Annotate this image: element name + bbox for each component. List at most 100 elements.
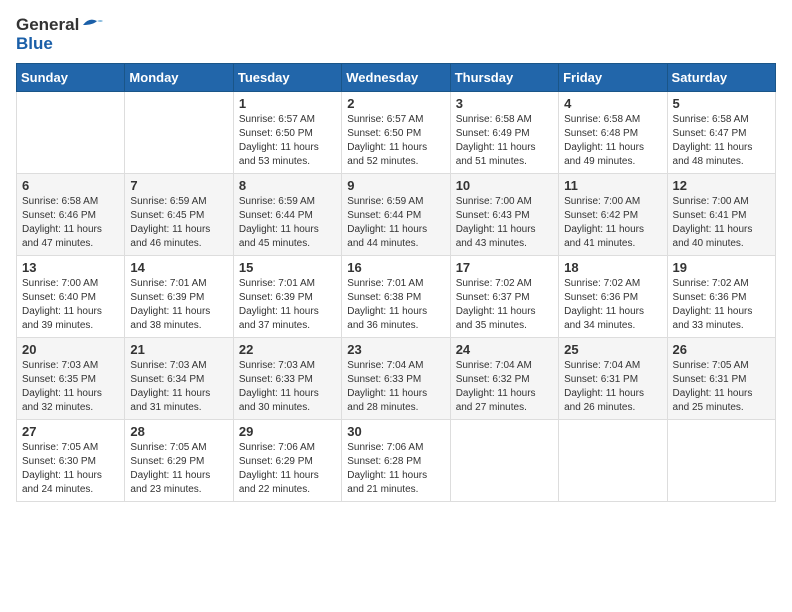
day-number: 25 [564, 342, 661, 357]
weekday-header: Friday [559, 64, 667, 92]
logo-general: General [16, 16, 79, 35]
day-number: 1 [239, 96, 336, 111]
calendar-cell: 23 Sunrise: 7:04 AM Sunset: 6:33 PM Dayli… [342, 338, 450, 420]
day-info: Sunrise: 6:58 AM Sunset: 6:46 PM Dayligh… [22, 195, 119, 251]
weekday-header: Thursday [450, 64, 558, 92]
day-number: 9 [347, 178, 444, 193]
calendar-cell: 3Sunrise: 6:58 AM Sunset: 6:49 PM Daylig… [450, 92, 558, 174]
day-info: Sunrise: 6:59 AM Sunset: 6:45 PM Dayligh… [130, 195, 227, 251]
day-info: Sunrise: 6:58 AM Sunset: 6:47 PM Dayligh… [673, 113, 770, 169]
day-info: Sunrise: 7:05 AM Sunset: 6:29 PM Dayligh… [130, 441, 227, 497]
day-info: Sunrise: 6:58 AM Sunset: 6:48 PM Dayligh… [564, 113, 661, 169]
day-number: 10 [456, 178, 553, 193]
calendar-cell: 10Sunrise: 7:00 AM Sunset: 6:43 PM Dayli… [450, 174, 558, 256]
day-info: Sunrise: 7:00 AM Sunset: 6:41 PM Dayligh… [673, 195, 770, 251]
calendar-week-row: 6 Sunrise: 6:58 AM Sunset: 6:46 PM Daylig… [17, 174, 776, 256]
weekday-header: Wednesday [342, 64, 450, 92]
calendar-cell: 18 Sunrise: 7:02 AM Sunset: 6:36 PM Dayli… [559, 256, 667, 338]
calendar-cell: 19 Sunrise: 7:02 AM Sunset: 6:36 PM Dayli… [667, 256, 775, 338]
day-info: Sunrise: 7:06 AM Sunset: 6:28 PM Dayligh… [347, 441, 444, 497]
day-info: Sunrise: 7:03 AM Sunset: 6:33 PM Dayligh… [239, 359, 336, 415]
day-number: 29 [239, 424, 336, 439]
calendar-cell: 15Sunrise: 7:01 AM Sunset: 6:39 PM Dayli… [233, 256, 341, 338]
day-number: 30 [347, 424, 444, 439]
calendar-cell: 20 Sunrise: 7:03 AM Sunset: 6:35 PM Dayli… [17, 338, 125, 420]
day-info: Sunrise: 7:04 AM Sunset: 6:33 PM Dayligh… [347, 359, 444, 415]
calendar-cell [559, 420, 667, 502]
calendar-cell [17, 92, 125, 174]
calendar-cell: 27 Sunrise: 7:05 AM Sunset: 6:30 PM Dayli… [17, 420, 125, 502]
day-info: Sunrise: 7:05 AM Sunset: 6:31 PM Dayligh… [673, 359, 770, 415]
day-info: Sunrise: 7:01 AM Sunset: 6:38 PM Dayligh… [347, 277, 444, 333]
day-number: 22 [239, 342, 336, 357]
day-number: 19 [673, 260, 770, 275]
day-number: 14 [130, 260, 227, 275]
calendar-cell [125, 92, 233, 174]
calendar-cell: 4 Sunrise: 6:58 AM Sunset: 6:48 PM Daylig… [559, 92, 667, 174]
day-number: 27 [22, 424, 119, 439]
day-number: 16 [347, 260, 444, 275]
day-info: Sunrise: 6:58 AM Sunset: 6:49 PM Dayligh… [456, 113, 553, 169]
day-info: Sunrise: 7:02 AM Sunset: 6:36 PM Dayligh… [564, 277, 661, 333]
calendar-week-row: 13Sunrise: 7:00 AM Sunset: 6:40 PM Dayli… [17, 256, 776, 338]
day-number: 11 [564, 178, 661, 193]
day-info: Sunrise: 7:04 AM Sunset: 6:32 PM Dayligh… [456, 359, 553, 415]
calendar-cell: 9 Sunrise: 6:59 AM Sunset: 6:44 PM Daylig… [342, 174, 450, 256]
day-number: 2 [347, 96, 444, 111]
calendar-week-row: 27 Sunrise: 7:05 AM Sunset: 6:30 PM Dayli… [17, 420, 776, 502]
calendar-cell [667, 420, 775, 502]
logo-container: General Blue [16, 16, 103, 53]
calendar-table: SundayMondayTuesdayWednesdayThursdayFrid… [16, 63, 776, 502]
calendar-cell: 2Sunrise: 6:57 AM Sunset: 6:50 PM Daylig… [342, 92, 450, 174]
day-info: Sunrise: 7:00 AM Sunset: 6:42 PM Dayligh… [564, 195, 661, 251]
logo: General Blue [16, 16, 103, 53]
weekday-header: Saturday [667, 64, 775, 92]
day-number: 18 [564, 260, 661, 275]
day-number: 13 [22, 260, 119, 275]
calendar-cell: 14 Sunrise: 7:01 AM Sunset: 6:39 PM Dayli… [125, 256, 233, 338]
day-info: Sunrise: 6:57 AM Sunset: 6:50 PM Dayligh… [239, 113, 336, 169]
day-info: Sunrise: 7:02 AM Sunset: 6:36 PM Dayligh… [673, 277, 770, 333]
day-info: Sunrise: 7:03 AM Sunset: 6:35 PM Dayligh… [22, 359, 119, 415]
calendar-header-row: SundayMondayTuesdayWednesdayThursdayFrid… [17, 64, 776, 92]
day-number: 12 [673, 178, 770, 193]
day-number: 23 [347, 342, 444, 357]
day-number: 26 [673, 342, 770, 357]
calendar-cell: 16 Sunrise: 7:01 AM Sunset: 6:38 PM Dayli… [342, 256, 450, 338]
day-number: 24 [456, 342, 553, 357]
calendar-cell: 26 Sunrise: 7:05 AM Sunset: 6:31 PM Dayli… [667, 338, 775, 420]
day-info: Sunrise: 7:01 AM Sunset: 6:39 PM Dayligh… [239, 277, 336, 333]
calendar-cell: 7Sunrise: 6:59 AM Sunset: 6:45 PM Daylig… [125, 174, 233, 256]
calendar-cell: 28 Sunrise: 7:05 AM Sunset: 6:29 PM Dayli… [125, 420, 233, 502]
day-number: 28 [130, 424, 227, 439]
calendar-cell: 30 Sunrise: 7:06 AM Sunset: 6:28 PM Dayli… [342, 420, 450, 502]
calendar-cell: 24 Sunrise: 7:04 AM Sunset: 6:32 PM Dayli… [450, 338, 558, 420]
calendar-week-row: 1 Sunrise: 6:57 AM Sunset: 6:50 PM Daylig… [17, 92, 776, 174]
calendar-cell: 29 Sunrise: 7:06 AM Sunset: 6:29 PM Dayli… [233, 420, 341, 502]
calendar-cell: 13Sunrise: 7:00 AM Sunset: 6:40 PM Dayli… [17, 256, 125, 338]
calendar-cell: 21Sunrise: 7:03 AM Sunset: 6:34 PM Dayli… [125, 338, 233, 420]
calendar-cell: 17Sunrise: 7:02 AM Sunset: 6:37 PM Dayli… [450, 256, 558, 338]
day-number: 8 [239, 178, 336, 193]
calendar-cell [450, 420, 558, 502]
logo-bird-icon [81, 16, 103, 34]
day-number: 4 [564, 96, 661, 111]
day-number: 6 [22, 178, 119, 193]
calendar-cell: 22 Sunrise: 7:03 AM Sunset: 6:33 PM Dayli… [233, 338, 341, 420]
calendar-cell: 11 Sunrise: 7:00 AM Sunset: 6:42 PM Dayli… [559, 174, 667, 256]
day-info: Sunrise: 7:01 AM Sunset: 6:39 PM Dayligh… [130, 277, 227, 333]
weekday-header: Sunday [17, 64, 125, 92]
calendar-cell: 12 Sunrise: 7:00 AM Sunset: 6:41 PM Dayli… [667, 174, 775, 256]
day-info: Sunrise: 7:05 AM Sunset: 6:30 PM Dayligh… [22, 441, 119, 497]
day-info: Sunrise: 6:59 AM Sunset: 6:44 PM Dayligh… [347, 195, 444, 251]
day-number: 5 [673, 96, 770, 111]
calendar-cell: 6 Sunrise: 6:58 AM Sunset: 6:46 PM Daylig… [17, 174, 125, 256]
calendar-cell: 8 Sunrise: 6:59 AM Sunset: 6:44 PM Daylig… [233, 174, 341, 256]
day-info: Sunrise: 7:06 AM Sunset: 6:29 PM Dayligh… [239, 441, 336, 497]
day-info: Sunrise: 7:04 AM Sunset: 6:31 PM Dayligh… [564, 359, 661, 415]
logo-blue: Blue [16, 35, 103, 54]
day-info: Sunrise: 6:59 AM Sunset: 6:44 PM Dayligh… [239, 195, 336, 251]
day-info: Sunrise: 7:02 AM Sunset: 6:37 PM Dayligh… [456, 277, 553, 333]
day-number: 20 [22, 342, 119, 357]
day-number: 21 [130, 342, 227, 357]
